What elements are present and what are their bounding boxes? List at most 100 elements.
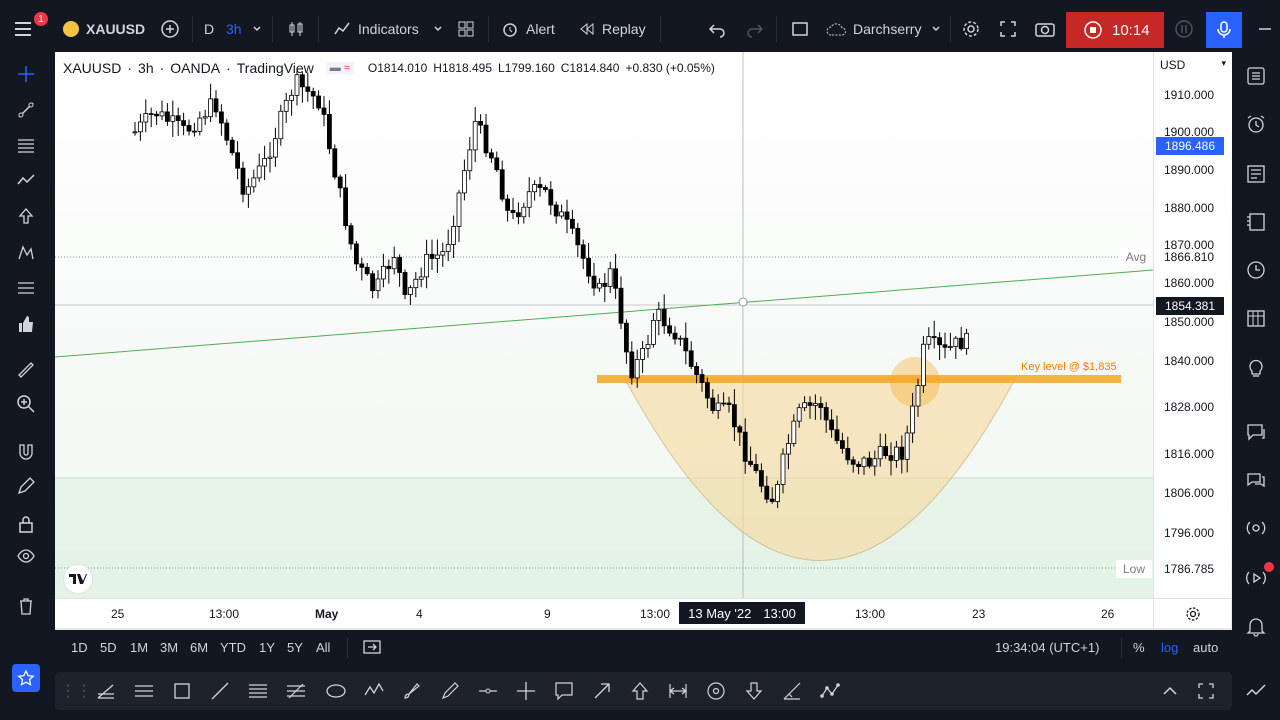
interval-dropdown[interactable] [252,14,262,44]
gear-icon [1185,606,1200,621]
time-scale[interactable]: 25 13:00 May 4 9 13:00 13 May '22 13:00 … [55,598,1153,628]
fav-tool-callout[interactable] [553,680,575,702]
layout-name-button[interactable]: Darchserry [826,14,941,44]
fav-tool-cross-line[interactable] [515,680,537,702]
record-button[interactable]: 10:14 [1066,12,1164,48]
fav-tool-fib-extension[interactable] [285,680,307,702]
range-ytd[interactable]: YTD [220,640,246,655]
stay-drawing-tool[interactable] [12,472,40,500]
drag-handle[interactable]: ⋮⋮ [60,680,92,702]
pause-button[interactable] [1174,14,1194,44]
favorites-toolbar-button[interactable] [12,664,40,692]
hotlist-button[interactable] [1242,208,1270,236]
templates-button[interactable] [456,14,476,44]
log-toggle[interactable]: log [1161,640,1178,655]
fav-tool-pattern[interactable] [819,680,841,702]
range-3m[interactable]: 3M [160,640,178,655]
right-widget-bar [1232,58,1280,720]
currency-select[interactable]: USD ▾ [1160,58,1226,72]
alerts-panel-button[interactable] [1242,110,1270,138]
trendline-tool[interactable] [12,96,40,124]
notifications-button[interactable] [1242,612,1270,640]
pine-editor-button[interactable] [1242,676,1270,704]
range-1m[interactable]: 1M [130,640,148,655]
fav-tool-arrow-down[interactable] [743,680,765,702]
range-5d[interactable]: 5D [100,640,117,655]
window-min-button[interactable] [1256,14,1274,44]
maximize-toolbar-button[interactable] [1195,680,1217,702]
chart-canvas[interactable]: Key level @ $1,835 [55,52,1232,630]
indicators-button[interactable]: Indicators [332,14,443,44]
hide-tool[interactable] [12,542,40,570]
range-1y[interactable]: 1Y [259,640,275,655]
range-5y[interactable]: 5Y [287,640,303,655]
fav-tool-rectangle[interactable] [171,680,193,702]
fullscreen-button[interactable] [998,14,1018,44]
fav-tool-path[interactable] [363,680,385,702]
clock-timezone[interactable]: 19:34:04 (UTC+1) [995,640,1099,655]
fav-tool-fib[interactable] [247,680,269,702]
chats-button[interactable] [1242,418,1270,446]
ideas-button[interactable] [1242,354,1270,382]
magnet-tool[interactable] [12,438,40,466]
fav-tool-arrow-up[interactable] [629,680,651,702]
alert-button[interactable]: Alert [500,14,555,44]
prediction-tool[interactable] [12,202,40,230]
calendar-button[interactable] [1242,256,1270,284]
fav-tool-brush[interactable] [401,680,423,702]
collapse-toolbar-button[interactable] [1159,680,1181,702]
chart-pane[interactable]: Key level @ $1,835 XAUUSD · 3h · OANDA ·… [55,52,1232,630]
watchlist-button[interactable] [1242,62,1270,90]
interval-3h-button[interactable]: 3h [226,14,242,44]
interval-d-button[interactable]: D [204,14,214,44]
fav-tool-ellipse[interactable] [325,680,347,702]
undo-button[interactable] [708,14,726,44]
symbol-search-button[interactable]: XAUUSD [62,14,145,44]
fav-tool-arrow[interactable] [591,680,613,702]
crosshair-tool[interactable] [12,60,40,88]
live-streams-button[interactable] [1242,562,1274,592]
fav-tool-parallel-channel[interactable] [133,680,155,702]
price-scale[interactable]: USD ▾ 1910.000 1900.000 1890.000 1880.000… [1153,52,1231,598]
measure-tool[interactable] [12,274,40,302]
fav-tool-date-range[interactable] [667,680,689,702]
layout-select-button[interactable] [790,14,810,44]
range-all[interactable]: All [316,640,330,655]
scale-settings-button[interactable] [1153,598,1231,628]
lock-tool[interactable] [12,510,40,538]
fav-tool-anchored-vwap[interactable] [705,680,727,702]
snapshot-button[interactable] [1034,14,1056,44]
fav-tool-pencil[interactable] [439,680,461,702]
broadcast-button[interactable] [1242,514,1270,542]
fib-tool[interactable] [12,132,40,160]
candle-body [510,210,516,214]
goto-date-button[interactable] [363,639,381,660]
microphone-button[interactable] [1206,12,1242,48]
auto-toggle[interactable]: auto [1193,640,1218,655]
fav-tool-horizontal-ray[interactable] [477,680,499,702]
replay-button[interactable]: Replay [578,14,646,44]
range-6m[interactable]: 6M [190,640,208,655]
icon-tool[interactable] [12,310,40,338]
calculator-button[interactable] [1242,304,1270,332]
percent-toggle[interactable]: % [1133,640,1145,655]
menu-button[interactable]: 1 [12,12,48,44]
ruler-tool[interactable] [12,356,40,384]
streams-button[interactable] [1242,466,1270,494]
chart-type-button[interactable] [286,14,306,44]
remove-tool[interactable] [12,592,40,620]
fav-tool-ruler[interactable] [781,680,803,702]
settings-button[interactable] [960,14,982,44]
redo-button[interactable] [746,14,764,44]
pencil-lock-icon [17,477,35,495]
fav-tool-long-position[interactable] [95,680,117,702]
tradingview-logo[interactable] [63,564,93,594]
range-1d[interactable]: 1D [71,640,88,655]
legend-toggle[interactable]: ▬ ≈ [325,62,354,74]
geometric-tool[interactable] [12,238,40,266]
zoom-tool[interactable] [12,390,40,418]
pattern-tool[interactable] [12,166,40,194]
fav-tool-trendline[interactable] [209,680,231,702]
compare-button[interactable] [160,14,180,44]
data-window-button[interactable] [1242,160,1270,188]
